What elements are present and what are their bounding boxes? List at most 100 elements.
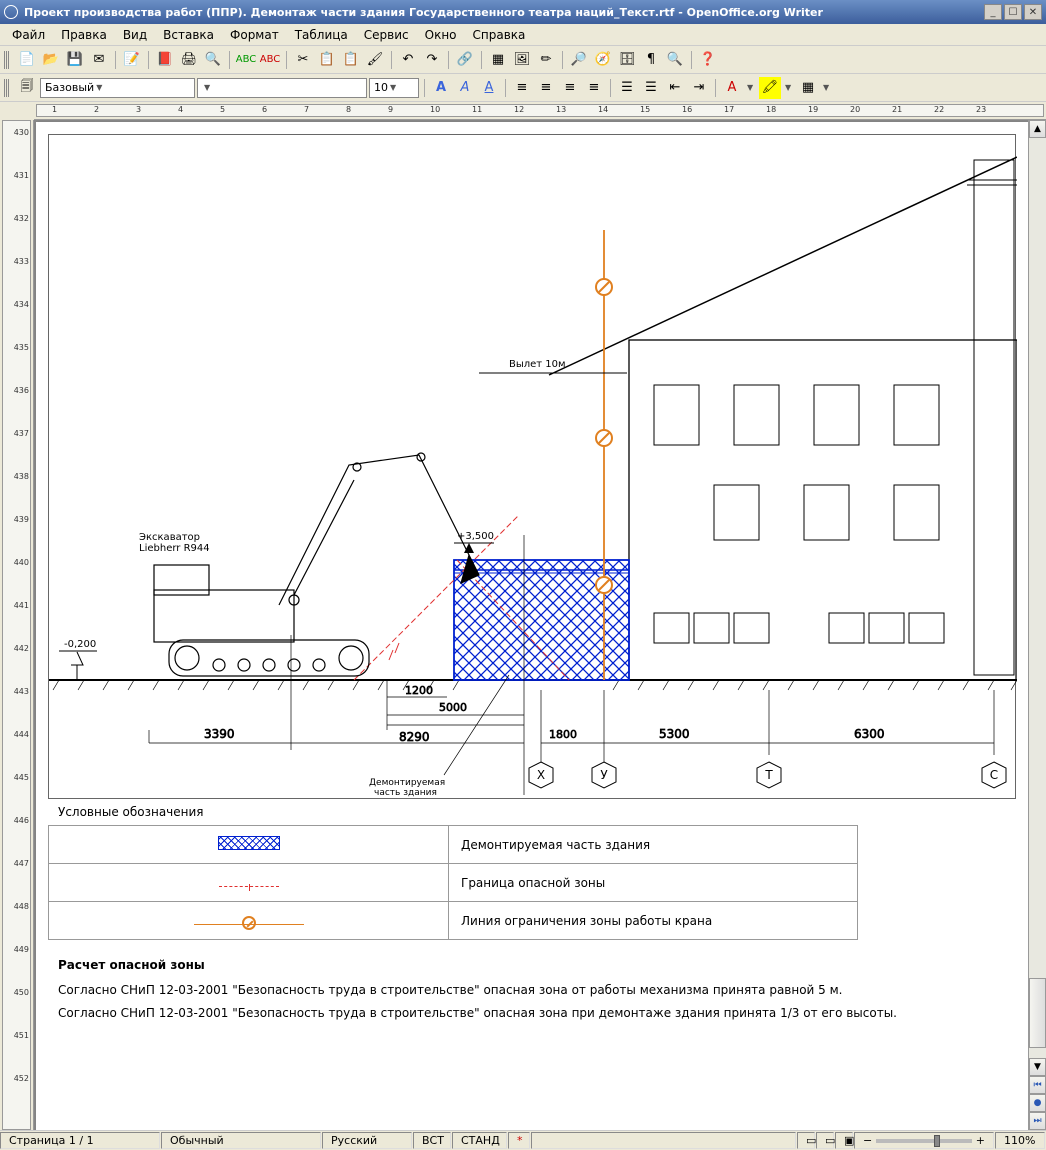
dim-5300: 5300 [659,727,690,741]
ruler-v-num: 442 [14,644,29,653]
statusbar: Страница 1 / 1 Обычный Русский ВСТ СТАНД… [0,1130,1046,1150]
menu-format[interactable]: Формат [222,26,287,44]
size-combo[interactable]: 10▼ [369,78,419,98]
navigator-icon[interactable]: 🧭 [592,49,614,71]
ruler-v-num: 440 [14,558,29,567]
undo-icon[interactable]: ↶ [397,49,419,71]
align-right-icon[interactable]: ≡ [559,77,581,99]
scroll-down-icon[interactable]: ▼ [1029,1058,1046,1076]
indent-dec-icon[interactable]: ⇤ [664,77,686,99]
open-icon[interactable]: 📂 [40,49,62,71]
view-mode-1-icon[interactable]: ▭ [797,1132,815,1149]
new-icon[interactable]: 📄 [16,49,38,71]
cut-icon[interactable]: ✂ [292,49,314,71]
zoom-plus-icon[interactable]: + [976,1134,985,1147]
scroll-thumb[interactable] [1029,978,1046,1048]
find-icon[interactable]: 🔎 [568,49,590,71]
font-color-icon[interactable]: A [721,77,743,99]
menu-tools[interactable]: Сервис [356,26,417,44]
zoom-icon[interactable]: 🔍 [664,49,686,71]
menu-window[interactable]: Окно [417,26,465,44]
view-mode-3-icon[interactable]: ▣ [835,1132,853,1149]
redo-icon[interactable]: ↷ [421,49,443,71]
ruler-h-num: 12 [514,105,524,114]
font-combo[interactable]: ▼ [197,78,367,98]
copy-icon[interactable]: 📋 [316,49,338,71]
spellcheck-icon[interactable]: ABC [235,49,257,71]
table-icon[interactable]: ▦ [487,49,509,71]
highlight-drop[interactable]: ▼ [785,83,795,92]
status-zoom[interactable]: 110% [995,1132,1045,1149]
status-std[interactable]: СТАНД [452,1132,507,1149]
maximize-button[interactable]: ☐ [1004,4,1022,20]
indent-inc-icon[interactable]: ⇥ [688,77,710,99]
prev-page-icon[interactable]: ⏮ [1029,1076,1046,1094]
paste-icon[interactable]: 📋 [340,49,362,71]
scroll-track[interactable] [1029,138,1046,1058]
toolbar-handle[interactable] [4,51,10,69]
nonprint-icon[interactable]: ¶ [640,49,662,71]
status-lang[interactable]: Русский [322,1132,412,1149]
datasource-icon[interactable]: 🗄 [616,49,638,71]
draw-icon[interactable]: ✏ [535,49,557,71]
legend-icon-cell [49,902,449,940]
size-value: 10 [374,81,388,94]
ruler-horizontal[interactable]: 1234567891011121314151617181920212223 [34,102,1046,120]
ruler-h-num: 21 [892,105,902,114]
help-icon[interactable]: ❓ [697,49,719,71]
zoom-slider[interactable]: − + [854,1132,994,1149]
hyperlink-icon[interactable]: 🔗 [454,49,476,71]
list-num-icon[interactable]: ☰ [616,77,638,99]
ruler-h-num: 6 [262,105,267,114]
document-viewport[interactable]: 3390 1200 5000 8290 1800 5300 6300 [34,120,1028,1130]
brush-icon[interactable]: 🖌 [364,49,386,71]
highlight-icon[interactable]: 🖍 [759,77,781,99]
menu-edit[interactable]: Правка [53,26,115,44]
scrollbar-vertical[interactable]: ▲ ▼ ⏮ ● ⏭ [1028,120,1046,1130]
scroll-up-icon[interactable]: ▲ [1029,120,1046,138]
preview-icon[interactable]: 🔍 [202,49,224,71]
edit-icon[interactable]: 📝 [121,49,143,71]
underline-icon[interactable]: A [478,77,500,99]
bgcolor-icon[interactable]: ▦ [797,77,819,99]
menu-help[interactable]: Справка [465,26,534,44]
bold-icon[interactable]: A [430,77,452,99]
gallery-icon[interactable]: 🖼 [511,49,533,71]
close-button[interactable]: ✕ [1024,4,1042,20]
workarea: 4304314324334344354364374384394404414424… [0,120,1046,1130]
ruler-h-num: 4 [178,105,183,114]
ruler-v-num: 447 [14,859,29,868]
style-combo[interactable]: Базовый▼ [40,78,195,98]
ruler-v-num: 431 [14,171,29,180]
next-page-icon[interactable]: ⏭ [1029,1112,1046,1130]
menu-table[interactable]: Таблица [287,26,356,44]
minimize-button[interactable]: _ [984,4,1002,20]
save-icon[interactable]: 💾 [64,49,86,71]
menu-view[interactable]: Вид [115,26,155,44]
mail-icon[interactable]: ✉ [88,49,110,71]
window-title: Проект производства работ (ППР). Демонта… [24,6,984,19]
ruler-vertical[interactable]: 4304314324334344354364374384394404414424… [0,120,34,1130]
print-icon[interactable]: 🖨 [178,49,200,71]
font-color-drop[interactable]: ▼ [747,83,757,92]
status-style[interactable]: Обычный [161,1132,321,1149]
dim-1800: 1800 [549,728,577,741]
toolbar-handle-2[interactable] [4,79,10,97]
align-justify-icon[interactable]: ≡ [583,77,605,99]
align-left-icon[interactable]: ≡ [511,77,533,99]
zoom-minus-icon[interactable]: − [863,1134,872,1147]
svg-text:Liebherr R944: Liebherr R944 [139,543,210,554]
autospell-icon[interactable]: ABC [259,49,281,71]
italic-icon[interactable]: A [454,77,476,99]
align-center-icon[interactable]: ≡ [535,77,557,99]
bgcolor-drop[interactable]: ▼ [823,83,833,92]
menu-file[interactable]: Файл [4,26,53,44]
list-bullet-icon[interactable]: ☰ [640,77,662,99]
browse-icon[interactable]: ● [1029,1094,1046,1112]
status-ins[interactable]: ВСТ [413,1132,451,1149]
pdf-icon[interactable]: 📕 [154,49,176,71]
legend-row: Демонтируемая часть здания [49,826,858,864]
view-mode-2-icon[interactable]: ▭ [816,1132,834,1149]
menu-insert[interactable]: Вставка [155,26,222,44]
styles-icon[interactable]: 🗐 [16,77,38,99]
